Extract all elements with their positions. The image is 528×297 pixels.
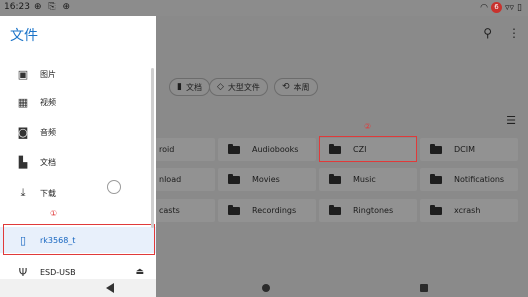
drawer-title: 文件 bbox=[10, 28, 38, 44]
list-view-icon[interactable]: ☰ bbox=[506, 114, 516, 127]
drawer-scrollbar[interactable] bbox=[151, 68, 154, 228]
folder-tile[interactable]: roid bbox=[155, 138, 215, 161]
folder-tile[interactable]: nload bbox=[155, 168, 215, 191]
audio-icon: ◙ bbox=[17, 125, 29, 139]
drawer-item-audio[interactable]: ◙ 音频 bbox=[0, 120, 156, 144]
video-icon: ▦ bbox=[17, 95, 29, 109]
folder-tile[interactable]: Music bbox=[319, 168, 417, 191]
folder-icon bbox=[430, 173, 442, 184]
eject-icon[interactable]: ⏏ bbox=[135, 267, 144, 277]
document-icon: ▮ bbox=[177, 82, 182, 92]
folder-tile[interactable]: casts bbox=[155, 199, 215, 222]
file-browser-background: ⚲ ⋮ ▮ 文档 ◇ 大型文件 ⟲ 本周 ☰ roid Audiobooks C… bbox=[155, 16, 528, 279]
back-icon[interactable] bbox=[106, 283, 114, 293]
folder-icon bbox=[228, 204, 240, 215]
annotation-marker-1: ① bbox=[50, 209, 58, 218]
search-icon[interactable]: ⚲ bbox=[483, 26, 492, 40]
drawer-item-label: 视频 bbox=[40, 97, 56, 107]
drawer-item-label: 音频 bbox=[40, 127, 56, 137]
folder-tile[interactable]: Notifications bbox=[420, 168, 518, 191]
chip-documents[interactable]: ▮ 文档 bbox=[169, 78, 210, 96]
drawer-item-label: 图片 bbox=[40, 69, 56, 79]
tag-icon: ◇ bbox=[217, 82, 224, 92]
topbar-actions: ⚲ ⋮ bbox=[483, 26, 520, 40]
drawer-item-label: ESD-USB bbox=[40, 267, 76, 277]
more-vert-icon[interactable]: ⋮ bbox=[508, 26, 520, 40]
highlight-box-device bbox=[3, 224, 155, 255]
status-bar: 16:23 ⊕ ⎘ ⊕ ◠ 6 ▿▿ ▯ bbox=[0, 0, 528, 16]
folder-icon bbox=[430, 143, 442, 154]
drawer-item-images[interactable]: ▣ 图片 bbox=[0, 62, 156, 86]
folder-icon bbox=[228, 173, 240, 184]
annotation-marker-2: ② bbox=[364, 122, 372, 131]
touch-indicator bbox=[107, 180, 121, 194]
folder-tile[interactable]: Audiobooks bbox=[218, 138, 316, 161]
recents-icon[interactable] bbox=[420, 284, 428, 292]
status-time: 16:23 bbox=[4, 2, 30, 12]
history-icon: ⟲ bbox=[282, 82, 290, 92]
drawer-item-label: 下载 bbox=[40, 188, 56, 198]
status-right-icons: ◠ 6 ▿▿ ▯ bbox=[480, 2, 522, 13]
download-icon: ⤓ bbox=[20, 186, 26, 199]
drawer-item-documents[interactable]: ▙ 文档 bbox=[0, 150, 156, 174]
system-nav-bar bbox=[0, 279, 528, 297]
drawer-item-videos[interactable]: ▦ 视频 bbox=[0, 90, 156, 114]
nav-bar-drawer-section bbox=[0, 279, 156, 297]
folder-tile[interactable]: DCIM bbox=[420, 138, 518, 161]
folder-tile[interactable]: Ringtones bbox=[319, 199, 417, 222]
headphones-icon: ◠ bbox=[480, 2, 488, 13]
battery-icon: ▯ bbox=[517, 2, 522, 13]
folder-tile[interactable]: xcrash bbox=[420, 199, 518, 222]
chip-this-week[interactable]: ⟲ 本周 bbox=[274, 78, 318, 96]
folder-icon bbox=[430, 204, 442, 215]
notification-badge: 6 bbox=[491, 2, 502, 13]
document-icon: ▙ bbox=[18, 155, 28, 169]
status-left-icons: ⊕ ⎘ ⊕ bbox=[34, 2, 73, 12]
folder-icon bbox=[329, 173, 341, 184]
signal-icon: ▿▿ bbox=[505, 2, 515, 13]
drawer-item-downloads[interactable]: ⤓ 下载 bbox=[0, 181, 156, 205]
highlight-box-czi bbox=[319, 136, 417, 162]
drawer-item-label: 文档 bbox=[40, 157, 56, 167]
folder-tile[interactable]: Recordings bbox=[218, 199, 316, 222]
home-icon[interactable] bbox=[262, 284, 270, 292]
image-icon: ▣ bbox=[17, 67, 29, 81]
folder-icon bbox=[228, 143, 240, 154]
usb-icon: Ψ bbox=[18, 265, 28, 279]
folder-tile[interactable]: Movies bbox=[218, 168, 316, 191]
chip-large-files[interactable]: ◇ 大型文件 bbox=[209, 78, 268, 96]
navigation-drawer: 文件 ▣ 图片 ▦ 视频 ◙ 音频 ▙ 文档 ⤓ 下载 ① ▯ rk3568_t… bbox=[0, 16, 156, 279]
folder-icon bbox=[329, 204, 341, 215]
